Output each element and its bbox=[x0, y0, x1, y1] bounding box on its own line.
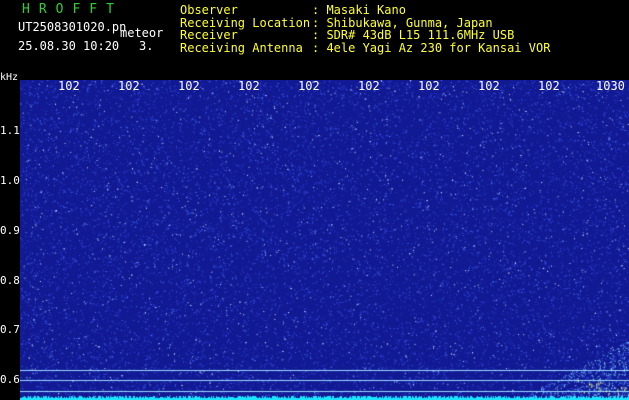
info-label: Receiver bbox=[180, 28, 238, 42]
x-tick-label: 102 bbox=[418, 79, 440, 93]
x-tick-label: 102 bbox=[178, 79, 200, 93]
y-tick-label: 1.1 bbox=[0, 124, 20, 137]
file-name: UT2508301020.pn bbox=[18, 20, 127, 34]
observation-type: meteor bbox=[120, 26, 164, 40]
x-tick-label: 102 bbox=[238, 79, 260, 93]
station-info: Observer: Masaki Kano Receiving Location… bbox=[180, 4, 550, 54]
y-tick-label: 0.6 bbox=[0, 373, 20, 386]
x-tick-label: 102 bbox=[478, 79, 500, 93]
y-tick-label: 1.0 bbox=[0, 174, 20, 187]
x-tick-label: 102 bbox=[298, 79, 320, 93]
x-tick-label: 102 bbox=[358, 79, 380, 93]
y-axis-unit: kHz bbox=[0, 72, 19, 83]
timestamp: 25.08.30 10:20 bbox=[18, 39, 120, 53]
x-tick-label: 1030 bbox=[596, 79, 625, 93]
info-value: : 4ele Yagi Az 230 for Kansai VOR bbox=[312, 40, 551, 55]
x-tick-label: 102 bbox=[538, 79, 560, 93]
y-tick-label: 0.9 bbox=[0, 224, 20, 237]
header: HROFFT UT2508301020.pn meteor 25.08.30 1… bbox=[0, 0, 629, 78]
info-row-antenna: Receiving Antenna : 4ele Yagi Az 230 for … bbox=[180, 40, 551, 55]
x-tick-label: 102 bbox=[118, 79, 140, 93]
info-label: Observer bbox=[180, 3, 238, 17]
echo-count: 3. bbox=[139, 39, 154, 53]
info-label: Receiving Antenna bbox=[180, 40, 303, 55]
spectrogram-plot bbox=[20, 80, 629, 400]
app-brand: HROFFT bbox=[22, 2, 123, 17]
y-tick-label: 0.8 bbox=[0, 274, 20, 287]
y-tick-label: 0.7 bbox=[0, 323, 20, 336]
x-tick-label: 102 bbox=[58, 79, 80, 93]
spectrogram-canvas bbox=[20, 80, 629, 400]
